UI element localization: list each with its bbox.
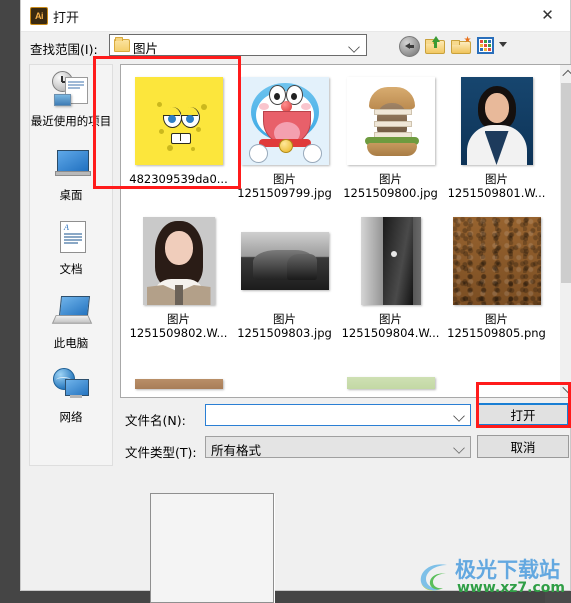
site-watermark: 极光下载站 www.xz7.com	[417, 556, 565, 600]
sidebar-item-documents[interactable]: 文档	[30, 213, 112, 287]
illustrator-ai-icon: Ai	[30, 7, 48, 25]
file-name-label: 图片 1251509804.W...	[341, 312, 440, 340]
sidebar-item-this-pc[interactable]: 此电脑	[30, 287, 112, 361]
leather-texture-thumbnail	[452, 217, 541, 305]
views-grid-icon[interactable]	[477, 37, 494, 54]
recent-items-icon	[51, 71, 91, 109]
file-item[interactable]: 图片 1251509799.jpg	[231, 73, 338, 200]
network-icon	[51, 367, 91, 405]
sidebar-item-label: 文档	[59, 262, 83, 276]
sidebar-item-recent[interactable]: 最近使用的项目	[30, 65, 112, 139]
sidebar-item-label: 此电脑	[53, 336, 89, 350]
file-thumbnail	[131, 213, 227, 309]
partial-thumbnail	[134, 379, 223, 389]
file-name-label: 图片 1251509802.W...	[129, 312, 228, 340]
places-sidebar: 最近使用的项目 桌面 文档 此电脑	[29, 64, 113, 466]
file-name-label: 图片 1251509803.jpg	[237, 312, 332, 340]
folder-icon	[114, 37, 130, 52]
doraemon-thumbnail	[240, 77, 329, 165]
rock-bw-thumbnail	[240, 232, 329, 290]
chevron-down-icon	[348, 41, 360, 53]
file-item[interactable]: 图片 1251509801.W...	[443, 73, 550, 200]
close-icon[interactable]: ✕	[525, 0, 570, 30]
file-item[interactable]: 图片 1251509805.png	[443, 213, 550, 340]
screenshot-root: Ai 打开 ✕ 查找范围(I): 图片 最近使用的项目 桌面 A 文档 此电脑 …	[0, 0, 571, 603]
look-in-label: 查找范围(I):	[30, 42, 98, 57]
cliff-bw-thumbnail	[360, 217, 421, 305]
file-thumbnail	[237, 73, 333, 169]
watermark-url: www.xz7.com	[457, 580, 565, 596]
back-arrow-icon[interactable]	[399, 36, 420, 57]
open-button[interactable]: 打开	[477, 403, 569, 426]
file-type-label-text: 文件类型(T):	[125, 445, 197, 460]
file-list-scrollbar[interactable]	[560, 64, 571, 398]
file-thumbnail	[131, 73, 227, 169]
look-in-value: 图片	[133, 41, 159, 56]
file-item[interactable]: 482309539da0...	[125, 73, 232, 186]
file-name-label: 图片 1251509800.jpg	[343, 172, 438, 200]
cat-burger-thumbnail	[346, 77, 435, 165]
sidebar-item-network[interactable]: 网络	[30, 361, 112, 435]
file-type-select[interactable]: 所有格式	[205, 436, 471, 458]
file-list-pane[interactable]: 482309539da0... 图片 1251509799.jpg 图片 125…	[120, 64, 560, 398]
file-item-partial[interactable]	[337, 377, 444, 391]
backdrop-left-strip	[0, 0, 20, 603]
chevron-down-icon[interactable]	[453, 442, 465, 454]
caret-down-icon[interactable]	[499, 42, 507, 47]
chevron-down-icon[interactable]	[453, 410, 465, 422]
file-item[interactable]: 图片 1251509800.jpg	[337, 73, 444, 200]
file-item[interactable]: 图片 1251509803.jpg	[231, 213, 338, 340]
file-item[interactable]: 图片 1251509804.W...	[337, 213, 444, 340]
cancel-button[interactable]: 取消	[477, 435, 569, 458]
sidebar-item-desktop[interactable]: 桌面	[30, 139, 112, 213]
file-item[interactable]: 图片 1251509802.W...	[125, 213, 232, 340]
swirl-logo-icon	[420, 564, 447, 591]
look-in-combobox[interactable]: 图片	[109, 34, 367, 56]
documents-icon	[51, 219, 91, 257]
file-thumbnail	[449, 73, 545, 169]
file-type-value: 所有格式	[211, 443, 262, 458]
file-name-input[interactable]	[205, 404, 471, 426]
chevron-up-icon[interactable]	[560, 65, 571, 82]
desktop-icon	[51, 145, 91, 183]
sidebar-item-label: 最近使用的项目	[30, 114, 112, 128]
file-name-label: 482309539da0...	[129, 172, 228, 186]
look-in-row: 查找范围(I): 图片	[21, 31, 571, 62]
file-thumbnail	[237, 213, 333, 309]
file-name-label-text: 文件名(N):	[125, 413, 186, 428]
preview-panel	[150, 493, 274, 603]
file-thumbnail	[343, 73, 439, 169]
up-folder-icon[interactable]	[425, 36, 445, 55]
sidebar-item-label: 桌面	[59, 188, 83, 202]
new-folder-icon[interactable]	[451, 36, 471, 55]
file-name-label: 图片 1251509799.jpg	[237, 172, 332, 200]
chevron-down-icon[interactable]	[560, 380, 571, 397]
scrollbar-thumb[interactable]	[561, 83, 571, 283]
gray-portrait-thumbnail	[142, 217, 215, 305]
file-item-partial[interactable]	[125, 379, 232, 391]
spongebob-thumbnail	[134, 77, 223, 165]
this-pc-icon	[51, 293, 93, 331]
open-file-dialog: Ai 打开 ✕ 查找范围(I): 图片 最近使用的项目 桌面 A 文档 此电脑 …	[20, 0, 571, 603]
dialog-title: 打开	[53, 11, 80, 26]
file-thumbnail	[343, 213, 439, 309]
sidebar-item-label: 网络	[59, 410, 83, 424]
partial-thumbnail	[346, 377, 435, 389]
file-thumbnail	[449, 213, 545, 309]
file-name-label: 图片 1251509805.png	[447, 312, 546, 340]
title-bar: Ai 打开 ✕	[21, 0, 570, 32]
file-name-label: 图片 1251509801.W...	[447, 172, 546, 200]
blue-portrait-thumbnail	[460, 77, 533, 165]
